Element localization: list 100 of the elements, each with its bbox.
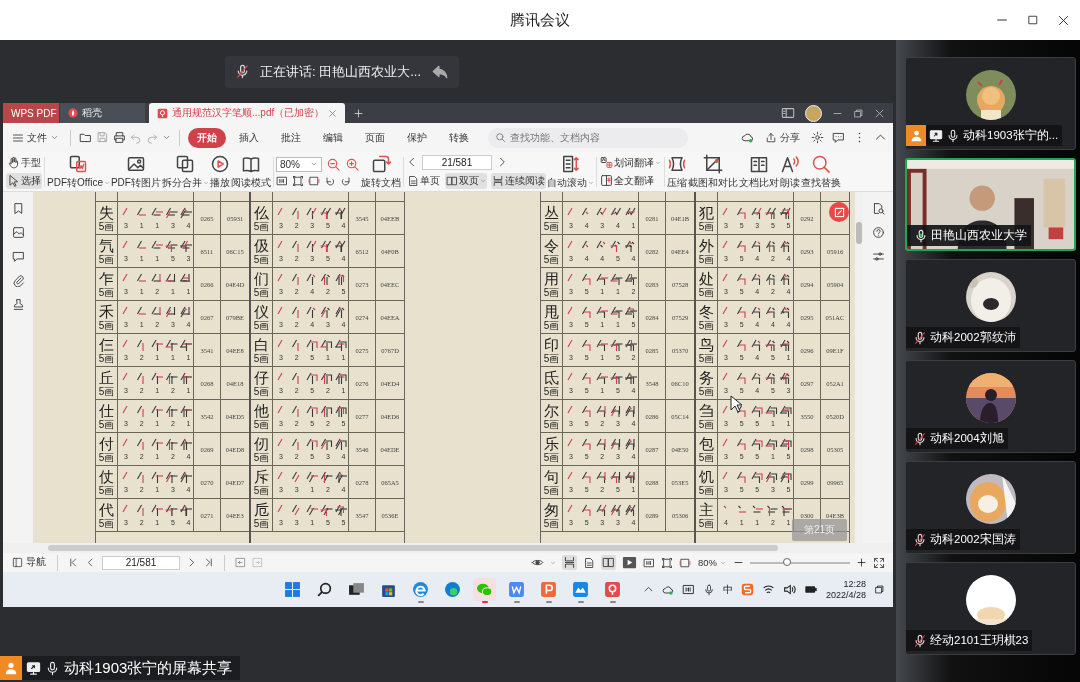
stroke-count: 5画 [98, 385, 115, 397]
ribbon-button[interactable]: 朗读 [779, 152, 800, 191]
character: 包 [699, 435, 714, 452]
view-button[interactable]: 连续阅读 [490, 172, 546, 189]
participant-tile[interactable]: 田艳山西农业大学 [905, 158, 1076, 251]
tab[interactable]: 通用规范汉字笔顺...pdf（已加密） [149, 103, 346, 123]
ribbon-button[interactable]: 播放 [209, 152, 230, 191]
file-menu[interactable]: 文件 [9, 128, 62, 147]
character: 乍 [99, 270, 114, 287]
character: 匆 [544, 501, 559, 518]
character: 仗 [99, 468, 114, 485]
participant-tile[interactable]: 经动2101王玥棋23 [905, 562, 1076, 655]
ribbon-button[interactable]: 选择 [6, 172, 42, 189]
stroke-count: 5画 [98, 319, 115, 331]
stroke-count: 5画 [543, 451, 560, 463]
navigation-button[interactable]: 导航 [11, 555, 47, 570]
character: 鸟 [699, 336, 714, 353]
stroke-count: 5画 [543, 220, 560, 232]
menu-tab[interactable]: 批注 [272, 127, 310, 148]
character: 仔 [254, 369, 269, 386]
participant-name: 动科2002宋国涛 [930, 532, 1016, 547]
ribbon-button[interactable]: 截图和对比 [687, 152, 738, 191]
tab[interactable]: 稻壳 [60, 103, 145, 123]
character: 仨 [99, 336, 114, 353]
participant-tile[interactable]: 动科2002宋国涛 [905, 461, 1076, 554]
character: 白 [254, 336, 269, 353]
stroke-count: 5画 [253, 418, 270, 430]
character: 印 [544, 336, 559, 353]
input-method-indicator[interactable]: 中 [722, 582, 733, 597]
menu-tab[interactable]: 转换 [440, 127, 478, 148]
ribbon-button[interactable]: 自动滚动 [546, 152, 594, 191]
character: 尔 [544, 402, 559, 419]
view-button[interactable]: 单页 [405, 172, 441, 189]
ribbon-button[interactable]: PDF转图片 [110, 152, 161, 191]
character: 代 [99, 501, 114, 518]
character: 丛 [544, 204, 559, 221]
ribbon-button[interactable]: 旋转文档 [360, 152, 401, 191]
character: 付 [99, 435, 114, 452]
participant-name: 动科2002郭纹沛 [930, 330, 1016, 345]
menu-tab[interactable]: 开始 [188, 127, 226, 148]
character: 们 [254, 270, 269, 287]
character: 甩 [544, 303, 559, 320]
character: 氐 [544, 369, 559, 386]
speaker-label: 正在讲话: 田艳山西农业大... [260, 62, 422, 81]
stroke-count: 5画 [253, 253, 270, 265]
character: 处 [699, 270, 714, 287]
ribbon-button[interactable]: 文档比对 [738, 152, 779, 191]
participant-name: 动科1903张宁的... [963, 128, 1059, 143]
page-number-field[interactable]: 21/581 [102, 555, 180, 570]
character: 丘 [99, 369, 114, 386]
stroke-count: 5画 [543, 418, 560, 430]
menu-tab[interactable]: 编辑 [314, 127, 352, 148]
character: 务 [699, 369, 714, 386]
stroke-count: 5画 [98, 220, 115, 232]
ribbon-button[interactable]: 全文翻译 [598, 172, 662, 189]
view-button[interactable]: 双页 [444, 172, 487, 189]
zoom-select[interactable]: 80% [697, 556, 727, 569]
stroke-count: 5画 [543, 286, 560, 298]
menu-tab[interactable]: 保护 [398, 127, 436, 148]
search-field[interactable]: 查找功能、文档内容 [488, 127, 688, 148]
share-button[interactable]: 分享 [762, 128, 803, 147]
stroke-count: 5画 [98, 352, 115, 364]
character: 仞 [254, 435, 269, 452]
participant-tile[interactable]: 动科2002郭纹沛 [905, 259, 1076, 352]
menu-tab[interactable]: 页面 [356, 127, 394, 148]
stroke-count: 5画 [253, 286, 270, 298]
tab[interactable]: WPS PDF [3, 103, 59, 123]
participant-tile[interactable]: 动科1903张宁的... [905, 57, 1076, 150]
page-number-field[interactable]: 21/581 [421, 154, 492, 170]
character: 氕 [99, 237, 114, 254]
stroke-count: 5画 [253, 517, 270, 529]
zoom-select[interactable]: 80% [275, 156, 322, 172]
character: 仪 [254, 303, 269, 320]
ribbon-button[interactable]: 压缩 [666, 152, 687, 191]
stroke-count: 5画 [253, 352, 270, 364]
character: 令 [544, 237, 559, 254]
menu-tab[interactable]: 插入 [230, 127, 268, 148]
ribbon-button[interactable]: 查找替换 [800, 152, 841, 191]
ribbon-button[interactable]: 阅读模式 [230, 152, 271, 191]
stroke-count: 5画 [543, 385, 560, 397]
ribbon-button[interactable]: 手型 [6, 154, 42, 171]
stroke-count: 5画 [698, 319, 715, 331]
page-indicator: 第21页 [791, 519, 847, 541]
character: 主 [699, 501, 714, 518]
character: 用 [544, 270, 559, 287]
participant-name: 经动2101王玥棋23 [930, 633, 1029, 648]
window-title: 腾讯会议 [510, 10, 570, 30]
stroke-count: 5画 [698, 517, 715, 529]
stroke-count: 5画 [698, 220, 715, 232]
character: 卮 [254, 501, 269, 518]
ribbon-button[interactable]: 拆分合并 [161, 152, 209, 191]
stroke-count: 5画 [98, 286, 115, 298]
participant-tile[interactable]: 动科2004刘旭 [905, 360, 1076, 453]
ribbon-button[interactable]: PDF转Office [47, 152, 110, 191]
character: 他 [254, 402, 269, 419]
stroke-count: 5画 [543, 517, 560, 529]
stroke-count: 5画 [98, 451, 115, 463]
ribbon-button[interactable]: 划词翻译 [598, 154, 662, 171]
stroke-count: 5画 [543, 253, 560, 265]
character: 失 [99, 204, 114, 221]
